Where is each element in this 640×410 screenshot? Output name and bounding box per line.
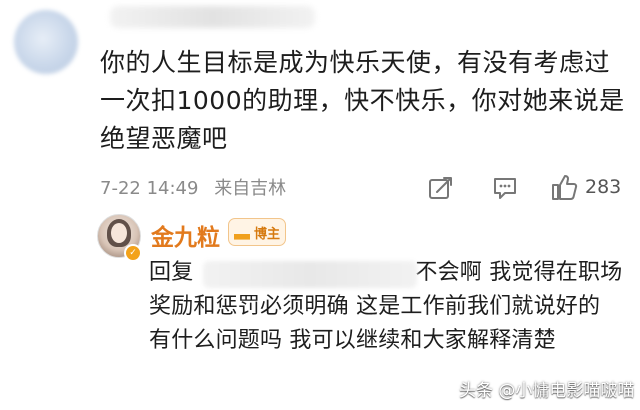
comment-date: 7-22 14:49 bbox=[100, 178, 199, 199]
like-count: 283 bbox=[585, 176, 622, 198]
reply-prefix: 回复 bbox=[149, 260, 194, 285]
watermark: 头条 @小慵电影喵啵喵 bbox=[459, 381, 635, 401]
crown-icon bbox=[233, 224, 250, 240]
comment-meta: 7-22 14:49 来自吉林 bbox=[100, 174, 296, 200]
comment-text: 你的人生目标是成为快乐天使，有没有考虑过一次扣1000的助理，快不快乐，你对她来… bbox=[100, 48, 625, 153]
commenter-name-blurred bbox=[110, 6, 315, 28]
author-badge-label: 博主 bbox=[253, 226, 280, 242]
avatar-face bbox=[111, 223, 127, 243]
comment-location: 来自吉林 bbox=[214, 178, 287, 199]
mention-blurred bbox=[203, 261, 417, 288]
verified-badge-icon: ✓ bbox=[124, 244, 142, 262]
thumbs-up-icon[interactable] bbox=[549, 172, 579, 202]
comment-icon[interactable] bbox=[491, 174, 519, 202]
author-badge: 博主 bbox=[228, 218, 286, 246]
share-icon[interactable] bbox=[427, 174, 455, 202]
commenter-avatar[interactable] bbox=[14, 10, 78, 74]
reply-author-name[interactable]: 金九粒 bbox=[151, 218, 220, 252]
